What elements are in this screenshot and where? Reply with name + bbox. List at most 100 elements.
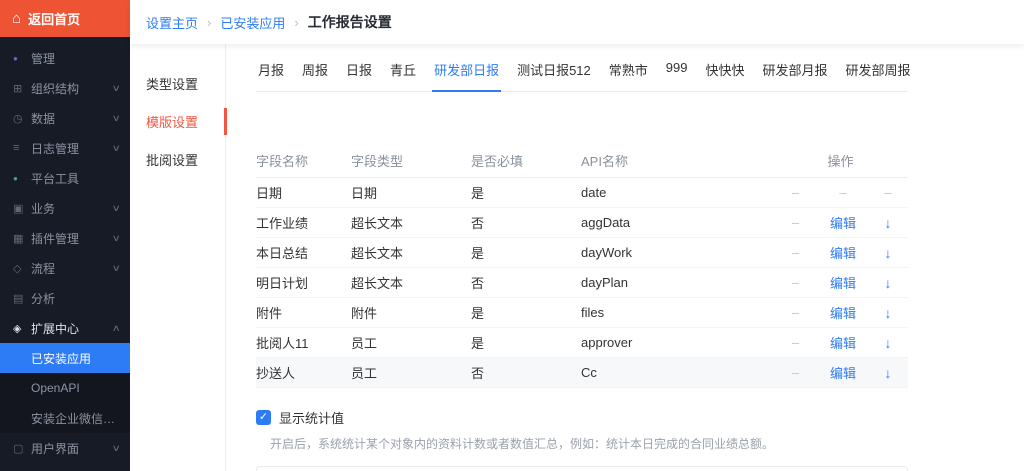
main-area: 设置主页 › 已安装应用 › 工作报告设置 — [130, 0, 1024, 471]
chevron-icon: ∨ — [112, 443, 121, 454]
report-tab[interactable]: 测试日报512 — [515, 58, 593, 91]
op-placeholder: – — [773, 275, 818, 290]
column-header-api-name: API名称 — [581, 151, 773, 170]
cell-api-name: files — [581, 305, 773, 320]
report-tab-label: 日报 — [346, 63, 372, 78]
sidebar-item[interactable]: ● 管理 — [0, 43, 130, 73]
sidebar-item[interactable]: ⊞ 组织结构 ∨ — [0, 73, 130, 103]
chevron-icon: ∨ — [112, 233, 121, 244]
sidebar-item[interactable]: ● 平台工具 — [0, 163, 130, 193]
sidebar-item-icon: ▣ — [13, 202, 31, 215]
sidebar-item[interactable]: ▦ 插件管理 ∨ — [0, 223, 130, 253]
report-tab[interactable]: 日报 — [344, 58, 374, 91]
move-down-icon[interactable]: ↓ — [868, 275, 908, 291]
move-down-icon[interactable]: – — [868, 185, 908, 200]
report-tab-label: 周报 — [302, 63, 328, 78]
edit-link[interactable]: 编辑 — [818, 273, 868, 292]
report-tab[interactable]: 999 — [664, 58, 690, 91]
sidebar-item[interactable]: 安装企业微信应用 — [0, 403, 130, 433]
sidebar-item[interactable]: ◷ 数据 ∨ — [0, 103, 130, 133]
sidebar-item[interactable]: ▣ 业务 ∨ — [0, 193, 130, 223]
cell-field-name: 日期 — [256, 183, 351, 202]
template-settings-panel: 月报 周报 日报 青丘 — [226, 44, 1024, 471]
subnav-item[interactable]: 批阅设置 — [130, 140, 225, 178]
sidebar-item[interactable]: ◈ 扩展中心 ∧ — [0, 313, 130, 343]
op-placeholder: – — [773, 365, 818, 380]
edit-link[interactable]: 编辑 — [818, 213, 868, 232]
move-down-icon[interactable]: ↓ — [868, 335, 908, 351]
sidebar-item-icon: ◈ — [13, 322, 31, 335]
content-area: 类型设置 模版设置 批阅设置 — [130, 44, 1024, 471]
column-header-required: 是否必填 — [471, 151, 581, 170]
statistics-section: ✓ 显示统计值 开启后，系统统计某个对象内的资料计数或者数值汇总，例如：统计本日… — [256, 408, 908, 452]
report-tab-label: 999 — [666, 60, 688, 75]
breadcrumb-item: 设置主页 — [146, 13, 198, 32]
sidebar-item-label: 流程 — [31, 260, 113, 277]
table-body: 日期 日期 是 date – – – 工作业绩 — [256, 178, 908, 388]
report-tab[interactable]: 研发部月报 — [761, 58, 830, 91]
column-header-operations: 操作 — [773, 151, 908, 170]
report-tab-label: 常熟市 — [609, 63, 648, 78]
sidebar-item-label: 安装企业微信应用 — [31, 410, 120, 427]
sidebar-item-label: 业务 — [31, 200, 113, 217]
cell-field-name: 批阅人11 — [256, 333, 351, 352]
subnav-item[interactable]: 类型设置 — [130, 64, 225, 102]
next-section-card — [256, 466, 908, 471]
cell-required: 是 — [471, 183, 581, 202]
sidebar-item[interactable]: ◇ 流程 ∨ — [0, 253, 130, 283]
cell-required: 否 — [471, 273, 581, 292]
sidebar-item[interactable]: ▤ 分析 — [0, 283, 130, 313]
report-tab[interactable]: 周报 — [300, 58, 330, 91]
back-home-button[interactable]: ⌂ 返回首页 — [0, 0, 130, 37]
column-header-field-type: 字段类型 — [351, 151, 471, 170]
report-tab[interactable]: 研发部周报 — [844, 58, 913, 91]
cell-field-type: 员工 — [351, 363, 471, 382]
breadcrumb-link[interactable]: 已安装应用 — [220, 13, 285, 32]
report-tab[interactable]: 月报 — [256, 58, 286, 91]
sidebar-item-icon: ◇ — [13, 262, 31, 275]
chevron-icon: ∨ — [112, 83, 121, 94]
cell-required: 是 — [471, 243, 581, 262]
statistics-checkbox[interactable]: ✓ — [256, 410, 271, 425]
settings-subnav: 类型设置 模版设置 批阅设置 — [130, 44, 226, 471]
cell-required: 否 — [471, 213, 581, 232]
cell-field-name: 附件 — [256, 303, 351, 322]
op-placeholder: – — [773, 335, 818, 350]
cell-field-type: 超长文本 — [351, 273, 471, 292]
edit-link[interactable]: 编辑 — [818, 243, 868, 262]
sidebar-item[interactable]: OpenAPI — [0, 373, 130, 403]
move-down-icon[interactable]: ↓ — [868, 245, 908, 261]
breadcrumb-separator-icon: › — [294, 15, 298, 30]
breadcrumb-link[interactable]: 设置主页 — [146, 13, 198, 32]
move-down-icon[interactable]: ↓ — [868, 215, 908, 231]
edit-link[interactable]: – — [818, 185, 868, 200]
sidebar-item[interactable]: 已安装应用 — [0, 343, 130, 373]
report-tab[interactable]: 研发部日报 — [432, 58, 501, 92]
edit-link[interactable]: 编辑 — [818, 333, 868, 352]
move-down-icon[interactable]: ↓ — [868, 305, 908, 321]
sidebar-item-label: OpenAPI — [31, 381, 120, 395]
sidebar-item-label: 扩展中心 — [31, 320, 113, 337]
op-placeholder: – — [773, 215, 818, 230]
sidebar-item-icon: ● — [13, 54, 31, 63]
cell-field-name: 工作业绩 — [256, 213, 351, 232]
sidebar-item-label: 管理 — [31, 50, 120, 67]
report-tab[interactable]: 常熟市 — [607, 58, 650, 91]
cell-field-type: 日期 — [351, 183, 471, 202]
subnav-item-label: 批阅设置 — [146, 150, 198, 169]
move-down-icon[interactable]: ↓ — [868, 365, 908, 381]
edit-link[interactable]: 编辑 — [818, 303, 868, 322]
column-header-field-name: 字段名称 — [256, 151, 351, 170]
breadcrumb-link[interactable]: 工作报告设置 — [308, 12, 392, 32]
subnav-item[interactable]: 模版设置 — [130, 102, 225, 140]
cell-field-type: 员工 — [351, 333, 471, 352]
cell-field-name: 抄送人 — [256, 363, 351, 382]
report-tab[interactable]: 快快快 — [704, 58, 747, 91]
table-row: 工作业绩 超长文本 否 aggData – 编辑 ↓ — [256, 208, 908, 238]
sidebar-item[interactable]: ≡ 日志管理 ∨ — [0, 133, 130, 163]
edit-link[interactable]: 编辑 — [818, 363, 868, 382]
report-tab-label: 研发部周报 — [846, 63, 911, 78]
fields-table: 字段名称 字段类型 是否必填 API名称 操作 日期 日期 — [256, 144, 908, 388]
report-tab[interactable]: 青丘 — [388, 58, 418, 91]
sidebar-item[interactable]: ▢ 用户界面 ∨ — [0, 433, 130, 463]
